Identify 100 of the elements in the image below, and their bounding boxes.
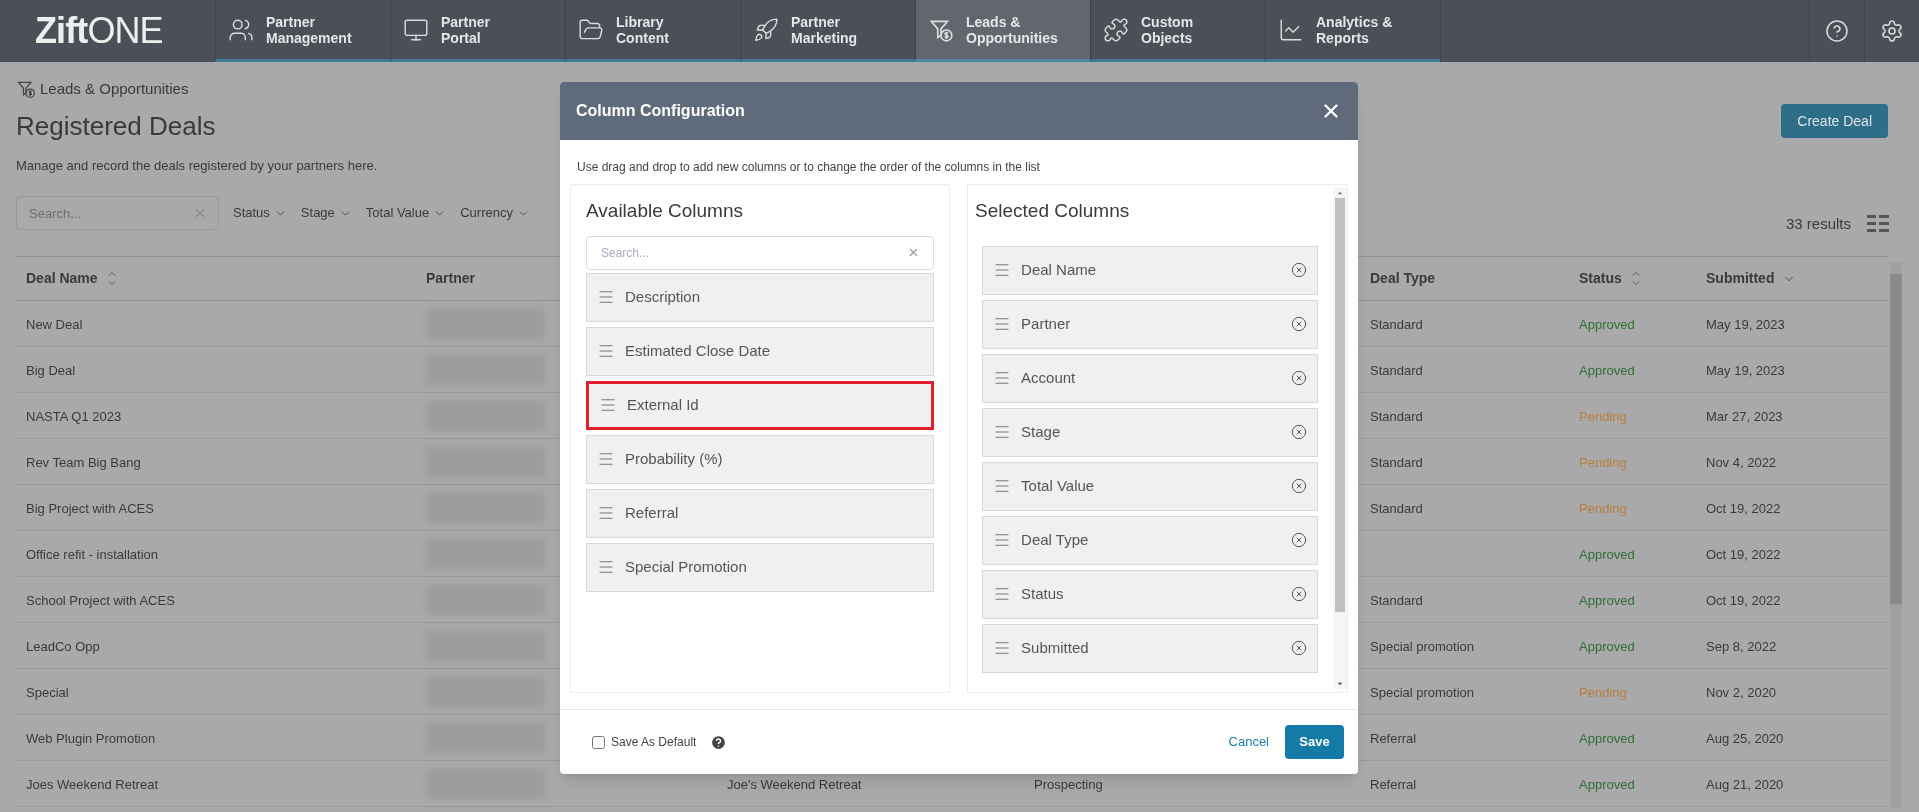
column-item[interactable]: Deal Type: [982, 515, 1318, 565]
table-cell: Office refit - installation: [26, 547, 158, 562]
column-item[interactable]: Submitted: [982, 623, 1318, 673]
drag-handle-icon[interactable]: [597, 342, 615, 360]
drag-handle-icon[interactable]: [993, 585, 1012, 603]
drag-handle-icon[interactable]: [993, 639, 1012, 657]
drag-handle-icon[interactable]: [993, 477, 1012, 495]
table-cell: Pending: [1579, 685, 1627, 700]
table-cell: Aug 21, 2020: [1706, 777, 1784, 792]
table-cell: Standard: [1370, 409, 1423, 424]
column-item[interactable]: Stage: [982, 407, 1318, 457]
column-item[interactable]: Partner: [982, 299, 1318, 349]
column-item[interactable]: Probability (%): [586, 434, 935, 484]
results-count: 33 results: [1785, 213, 1851, 234]
nav-tab[interactable]: Analytics & Reports: [1265, 0, 1440, 62]
table-cell: Special promotion: [1370, 685, 1475, 700]
drag-handle-icon[interactable]: [597, 558, 615, 576]
nav-tab[interactable]: Custom Objects: [1090, 0, 1265, 62]
column-item[interactable]: Description: [586, 272, 935, 322]
save-default-checkbox[interactable]: [592, 735, 605, 749]
rocket-icon: [753, 16, 779, 43]
filter-dropdown[interactable]: Currency: [460, 203, 530, 223]
column-item[interactable]: Account: [982, 353, 1318, 403]
checkbox-label: Save As Default: [611, 734, 697, 751]
nav-tab[interactable]: Library Content: [565, 0, 740, 62]
table-cell: Pending: [1579, 409, 1627, 424]
table-cell: Standard: [1370, 363, 1423, 378]
scrollbar[interactable]: [1890, 262, 1902, 808]
table-cell: May 19, 2023: [1706, 363, 1785, 378]
table-cell: Approved: [1579, 547, 1635, 562]
drag-handle-icon[interactable]: [597, 504, 615, 522]
filter-dropdown[interactable]: Status: [233, 203, 287, 223]
panel-heading: Available Columns: [586, 199, 744, 223]
table-cell: Nov 4, 2022: [1706, 455, 1777, 470]
drag-handle-icon[interactable]: [993, 423, 1012, 441]
column-item[interactable]: Deal Name: [982, 245, 1318, 295]
table-cell: Standard: [1370, 455, 1423, 470]
drag-handle-icon[interactable]: [597, 288, 615, 306]
scrollbar[interactable]: [1333, 188, 1347, 689]
help-icon[interactable]: [710, 733, 728, 751]
cancel-link[interactable]: Cancel: [1228, 732, 1269, 752]
column-header[interactable]: Deal Type: [1370, 268, 1436, 289]
column-item[interactable]: Total Value: [982, 461, 1318, 511]
drag-handle-icon[interactable]: [597, 450, 615, 468]
table-cell: Approved: [1579, 639, 1635, 654]
table-cell: Approved: [1579, 593, 1635, 608]
save-button[interactable]: Save: [1285, 725, 1344, 759]
drag-handle-icon[interactable]: [993, 531, 1012, 549]
remove-icon[interactable]: [1291, 262, 1307, 278]
filter-dropdown[interactable]: Stage: [300, 203, 352, 223]
column-header[interactable]: Submitted: [1706, 268, 1775, 289]
list-view-icon[interactable]: [1867, 214, 1889, 234]
column-header[interactable]: Status: [1579, 268, 1622, 289]
column-header[interactable]: Deal Name: [26, 268, 98, 289]
column-item[interactable]: Referral: [586, 488, 935, 538]
drag-handle-icon[interactable]: [993, 261, 1012, 279]
table-cell: Approved: [1579, 317, 1635, 332]
table-cell: Special promotion: [1370, 639, 1475, 654]
column-item[interactable]: Estimated Close Date: [586, 326, 935, 376]
remove-icon[interactable]: [1291, 640, 1307, 656]
column-item[interactable]: Special Promotion: [586, 542, 935, 592]
table-cell: Approved: [1579, 363, 1635, 378]
table-cell: Rev Team Big Bang: [26, 455, 141, 470]
search-field[interactable]: Search...: [16, 196, 219, 230]
remove-icon[interactable]: [1291, 532, 1307, 548]
table-cell: Oct 19, 2022: [1706, 547, 1781, 562]
settings-icon: [1880, 19, 1904, 43]
table-cell: Joes Weekend Retreat: [26, 777, 158, 792]
drag-handle-icon[interactable]: [599, 396, 617, 414]
nav-tab[interactable]: Partner Management: [215, 0, 390, 62]
remove-icon[interactable]: [1291, 370, 1307, 386]
column-header[interactable]: Partner: [426, 268, 476, 289]
clear-icon[interactable]: [193, 206, 207, 220]
nav-tab[interactable]: Leads & Opportunities: [915, 0, 1090, 62]
funnel-dollar-icon: [16, 79, 36, 100]
remove-icon[interactable]: [1291, 586, 1307, 602]
remove-icon[interactable]: [1291, 424, 1307, 440]
table-cell: Approved: [1579, 731, 1635, 746]
table-cell: Oct 19, 2022: [1706, 501, 1781, 516]
table-cell: Pending: [1579, 501, 1627, 516]
filter-dropdown[interactable]: Total Value: [365, 203, 447, 223]
table-cell: Big Deal: [26, 363, 76, 378]
dialog-title: Column Configuration: [576, 101, 745, 121]
logo[interactable]: ZiftONE: [0, 0, 215, 62]
remove-icon[interactable]: [1291, 478, 1307, 494]
table-cell: Special: [26, 685, 69, 700]
table-cell: Standard: [1370, 501, 1423, 516]
panel-heading: Selected Columns: [975, 199, 1131, 223]
column-search-field[interactable]: Search...: [586, 235, 935, 270]
create-deal-button[interactable]: Create Deal: [1781, 104, 1888, 138]
drag-handle-icon[interactable]: [993, 369, 1012, 387]
column-item[interactable]: Status: [982, 569, 1318, 619]
nav-tab[interactable]: Partner Portal: [390, 0, 565, 62]
table-cell: LeadCo Opp: [26, 639, 100, 654]
breadcrumb: Leads & Opportunities: [40, 79, 189, 99]
page-title: Registered Deals: [16, 109, 217, 143]
remove-icon[interactable]: [1291, 316, 1307, 332]
column-item[interactable]: External Id: [586, 380, 935, 430]
drag-handle-icon[interactable]: [993, 315, 1012, 333]
table-cell: Big Project with ACES: [26, 501, 154, 516]
